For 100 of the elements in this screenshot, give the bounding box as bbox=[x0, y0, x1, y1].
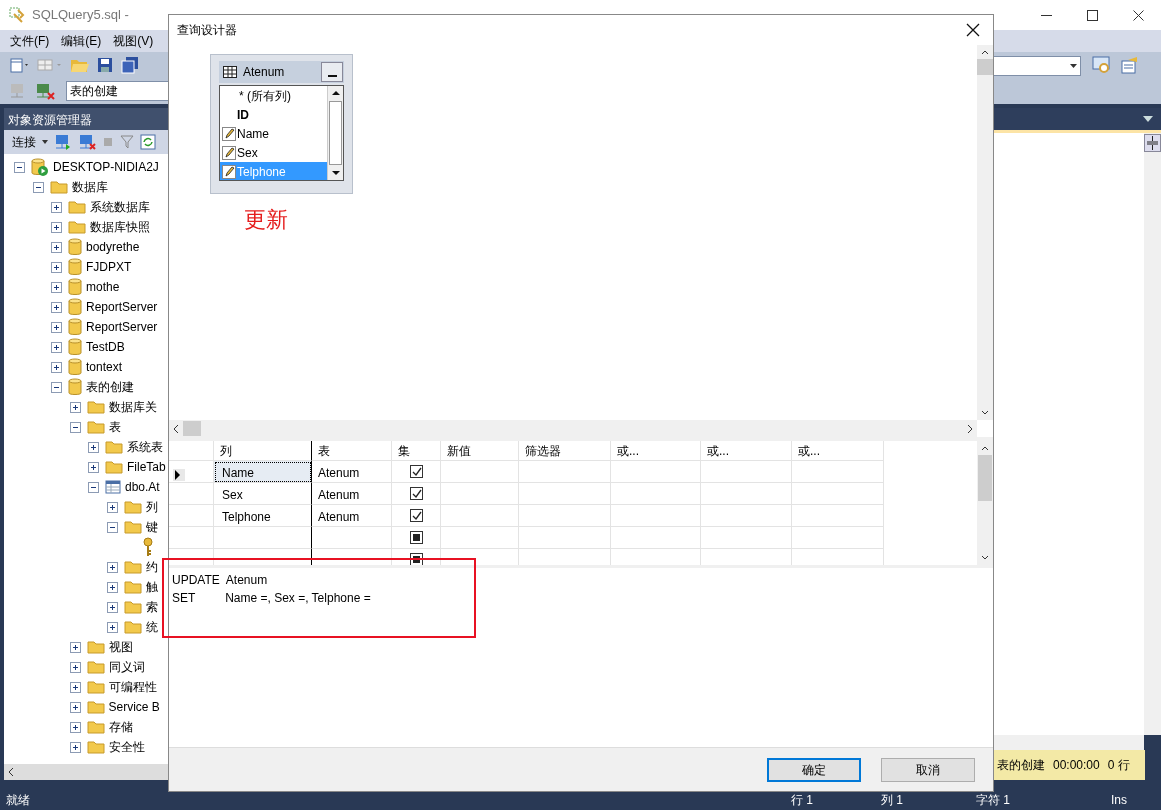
column-header[interactable]: 或... bbox=[701, 441, 792, 461]
expand-icon[interactable] bbox=[69, 681, 81, 693]
dropdown-icon[interactable] bbox=[1143, 116, 1153, 122]
expand-icon[interactable] bbox=[106, 501, 118, 513]
connect-icon[interactable] bbox=[54, 134, 72, 150]
tree-item[interactable]: 数据库关 bbox=[108, 398, 157, 416]
table-cell[interactable] bbox=[214, 527, 312, 549]
tree-item[interactable]: FJDPXT bbox=[86, 258, 132, 276]
tree-item[interactable]: 同义词 bbox=[108, 658, 145, 676]
dialog-button[interactable]: 确定 bbox=[767, 757, 861, 782]
expand-icon[interactable] bbox=[69, 701, 81, 713]
splitter-icon[interactable] bbox=[1144, 133, 1161, 152]
expand-icon[interactable] bbox=[51, 361, 62, 373]
expand-icon[interactable] bbox=[51, 341, 62, 353]
tree-item[interactable]: 键 bbox=[145, 518, 158, 536]
expand-icon[interactable] bbox=[51, 301, 62, 313]
expand-icon[interactable] bbox=[69, 641, 81, 653]
collapse-icon[interactable] bbox=[106, 521, 118, 533]
tree-item[interactable]: 系统数据库 bbox=[90, 198, 150, 216]
expand-icon[interactable] bbox=[51, 261, 62, 273]
column-item[interactable]: * (所有列) bbox=[220, 86, 327, 105]
tree-item[interactable]: 系统表 bbox=[127, 438, 163, 456]
table-cell[interactable]: Sex bbox=[214, 483, 312, 505]
scroll-thumb[interactable] bbox=[329, 101, 342, 165]
tree-item[interactable]: DESKTOP-NIDIA2J bbox=[53, 158, 159, 176]
properties-icon[interactable] bbox=[1120, 56, 1140, 74]
expand-icon[interactable] bbox=[51, 281, 62, 293]
expand-icon[interactable] bbox=[69, 401, 81, 413]
checkbox[interactable] bbox=[409, 465, 423, 478]
menu-item[interactable]: 编辑(E) bbox=[55, 32, 108, 50]
column-header[interactable]: 新值 bbox=[441, 441, 519, 461]
column-item[interactable]: ID bbox=[220, 105, 327, 124]
caret-icon[interactable] bbox=[42, 140, 48, 144]
tree-item[interactable]: FileTab bbox=[127, 458, 166, 476]
tree-item[interactable]: tontext bbox=[86, 358, 123, 376]
collapse-icon[interactable] bbox=[14, 161, 25, 173]
collapse-icon[interactable] bbox=[88, 481, 99, 493]
column-header[interactable]: 筛选器 bbox=[519, 441, 611, 461]
minimize-button[interactable] bbox=[321, 62, 343, 82]
tree-item[interactable]: ReportServer bbox=[86, 298, 158, 316]
column-item[interactable]: Sex bbox=[220, 143, 327, 162]
expand-icon[interactable] bbox=[51, 201, 62, 213]
checkbox[interactable] bbox=[409, 487, 423, 500]
table-cell[interactable]: Name bbox=[214, 461, 312, 483]
tree-item[interactable]: mothe bbox=[86, 278, 120, 296]
menu-item[interactable]: 视图(V) bbox=[107, 32, 160, 50]
tree-item[interactable]: 约 bbox=[145, 558, 158, 576]
menu-item[interactable]: 文件(F) bbox=[4, 32, 56, 50]
expand-icon[interactable] bbox=[69, 661, 81, 673]
database-combo[interactable]: 表的创建 bbox=[66, 81, 169, 101]
scrollbar[interactable] bbox=[977, 45, 993, 420]
disconnect-icon[interactable] bbox=[78, 134, 96, 150]
tree-item[interactable]: 触 bbox=[145, 578, 158, 596]
scrollbar[interactable] bbox=[993, 735, 1144, 750]
expand-icon[interactable] bbox=[51, 221, 62, 233]
scroll-thumb[interactable] bbox=[977, 59, 993, 75]
column-header[interactable]: 或... bbox=[611, 441, 701, 461]
checkbox[interactable] bbox=[409, 509, 423, 522]
table-cell[interactable]: Atenum bbox=[312, 461, 392, 483]
tree-item[interactable]: 存储 bbox=[108, 718, 133, 736]
tree-item[interactable]: 数据库快照 bbox=[90, 218, 150, 236]
scrollbar[interactable] bbox=[327, 86, 343, 180]
tree-item[interactable]: 表 bbox=[108, 418, 121, 436]
scroll-thumb[interactable] bbox=[978, 455, 992, 501]
table-cell[interactable]: Telphone bbox=[214, 505, 312, 527]
tree-item[interactable]: 统 bbox=[145, 618, 158, 636]
expand-icon[interactable] bbox=[106, 621, 118, 633]
tree-item[interactable]: 索 bbox=[145, 598, 158, 616]
disconnect-icon[interactable] bbox=[34, 82, 56, 100]
column-header[interactable]: 集 bbox=[392, 441, 441, 461]
tree-item[interactable]: Service B bbox=[108, 698, 160, 716]
expand-icon[interactable] bbox=[69, 741, 81, 753]
dialog-button[interactable]: 取消 bbox=[881, 757, 975, 782]
expand-icon[interactable] bbox=[51, 321, 62, 333]
tree-item[interactable]: 列 bbox=[145, 498, 158, 516]
tree-item[interactable]: 安全性 bbox=[108, 738, 145, 756]
tree-item[interactable]: dbo.At bbox=[125, 478, 160, 496]
row-header[interactable] bbox=[169, 461, 214, 483]
column-header[interactable]: 或... bbox=[792, 441, 884, 461]
expand-icon[interactable] bbox=[69, 721, 81, 733]
expand-icon[interactable] bbox=[88, 461, 99, 473]
expand-icon[interactable] bbox=[88, 441, 99, 453]
tree-item[interactable]: TestDB bbox=[86, 338, 125, 356]
tree-item[interactable]: 表的创建 bbox=[86, 378, 134, 396]
collapse-icon[interactable] bbox=[51, 381, 62, 393]
column-item[interactable]: Name bbox=[220, 124, 327, 143]
scrollbar[interactable] bbox=[169, 420, 977, 437]
table-cell[interactable]: Atenum bbox=[312, 483, 392, 505]
checkbox[interactable] bbox=[409, 531, 423, 544]
table-card[interactable]: Atenum * (所有列) ID Name Sex Telphone bbox=[210, 54, 353, 194]
connect-button[interactable]: 连接 bbox=[12, 133, 36, 151]
save-all-icon[interactable] bbox=[120, 56, 140, 74]
tree-item[interactable]: 视图 bbox=[108, 638, 133, 656]
scrollbar[interactable] bbox=[977, 441, 993, 565]
save-icon[interactable] bbox=[96, 56, 114, 74]
dropdown-field[interactable] bbox=[993, 56, 1081, 76]
scrollbar[interactable] bbox=[4, 764, 170, 780]
column-header[interactable]: 表 bbox=[312, 441, 392, 461]
tree-item[interactable]: ReportServer bbox=[86, 318, 158, 336]
expand-icon[interactable] bbox=[106, 601, 118, 613]
